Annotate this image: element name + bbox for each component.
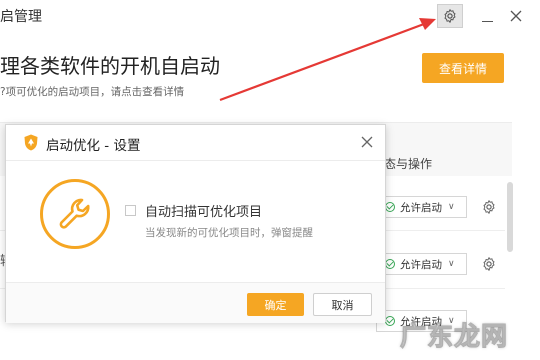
chevron-down-icon: ∨ <box>448 202 455 212</box>
dialog-footer: 确定 取消 <box>6 282 385 323</box>
check-circle-icon <box>385 259 395 269</box>
page-subtitle: ?项可优化的启动项目，请点击查看详情 <box>0 86 185 98</box>
chevron-down-icon: ∨ <box>448 259 455 269</box>
startup-optimization-settings-dialog: 启动优化 - 设置 自动扫描可优化项目 当发现新的可优化项目时，弹窗提醒 确定 … <box>5 124 386 323</box>
wrench-icon <box>59 198 90 229</box>
gear-icon <box>444 9 456 23</box>
close-icon[interactable] <box>359 134 375 150</box>
view-details-button[interactable]: 查看详情 <box>422 53 504 83</box>
auto-scan-description: 当发现新的可优化项目时，弹窗提醒 <box>145 227 313 239</box>
close-button[interactable] <box>505 4 527 28</box>
gear-icon[interactable] <box>481 199 497 215</box>
auto-scan-checkbox[interactable] <box>125 205 136 216</box>
check-circle-icon <box>385 202 395 212</box>
watermark: 广东龙网 <box>399 322 509 353</box>
wrench-badge <box>40 179 110 249</box>
close-icon <box>510 10 522 22</box>
settings-button[interactable] <box>437 4 463 28</box>
shield-logo-icon <box>24 134 38 151</box>
ok-button[interactable]: 确定 <box>247 293 304 316</box>
startup-status-label: 允许启动 <box>400 201 442 214</box>
minimize-icon <box>481 21 493 22</box>
check-circle-icon <box>385 316 395 326</box>
minimize-button[interactable] <box>477 4 497 28</box>
window-title: 启管理 <box>0 9 42 25</box>
dialog-title: 启动优化 - 设置 <box>46 138 141 154</box>
page-heading: 理各类软件的开机自启动 <box>0 54 220 78</box>
scrollbar[interactable] <box>507 182 513 252</box>
gear-icon[interactable] <box>481 256 497 272</box>
status-column-header: 态与操作 <box>384 157 433 171</box>
startup-status-select[interactable]: 允许启动 ∨ <box>376 253 467 275</box>
auto-scan-label[interactable]: 自动扫描可优化项目 <box>145 201 262 220</box>
cancel-button[interactable]: 取消 <box>313 293 372 316</box>
dialog-header: 启动优化 - 设置 <box>6 125 385 161</box>
startup-status-label: 允许启动 <box>400 258 442 271</box>
startup-status-select[interactable]: 允许启动 ∨ <box>376 196 467 218</box>
